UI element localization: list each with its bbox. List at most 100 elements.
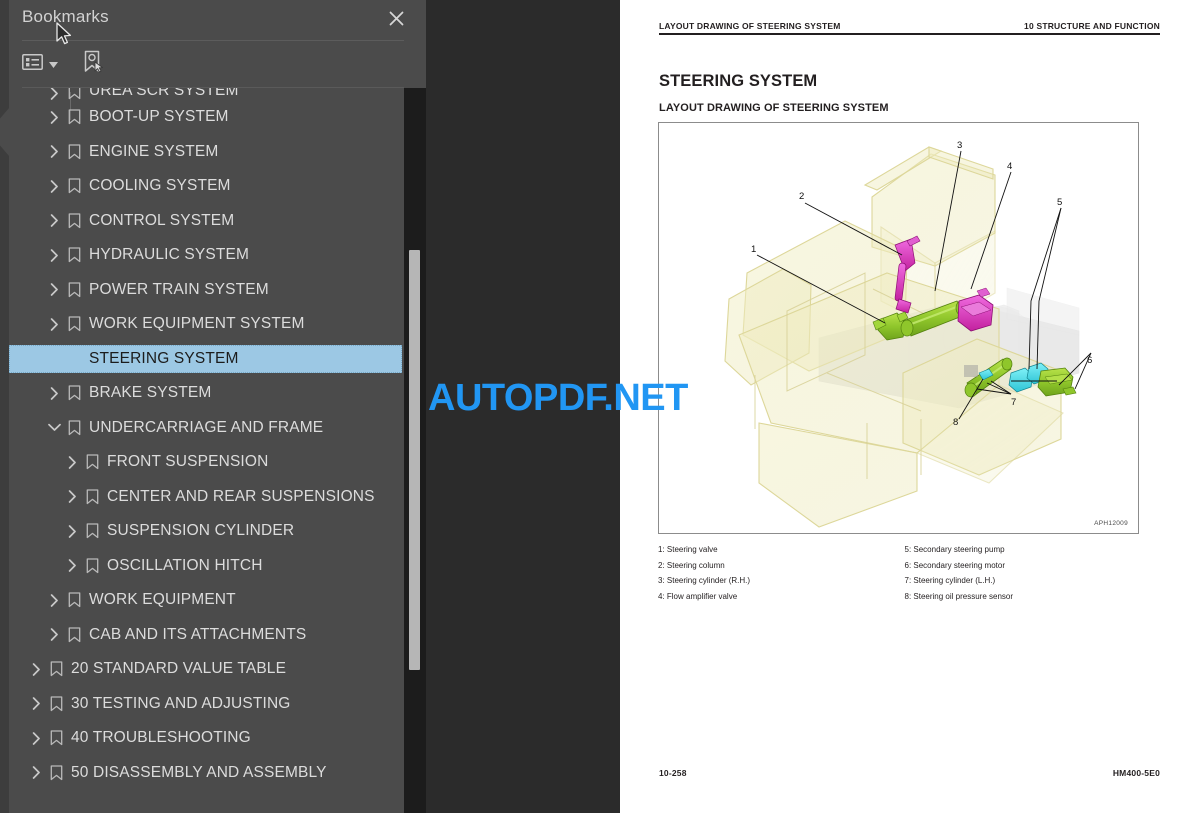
bookmark-item[interactable]: UNDERCARRIAGE AND FRAME	[9, 411, 426, 446]
chevron-right-icon[interactable]	[45, 248, 63, 262]
pdf-page: LAYOUT DRAWING OF STEERING SYSTEM 10 STR…	[620, 0, 1200, 813]
chevron-right-icon[interactable]	[45, 317, 63, 331]
running-head-left: LAYOUT DRAWING OF STEERING SYSTEM	[659, 21, 841, 31]
chevron-right-icon[interactable]	[45, 110, 63, 124]
bookmark-label: BRAKE SYSTEM	[89, 384, 212, 402]
bookmarks-panel: Bookmarks UREA SCR SYSTEM BOOT-UP SYSTEM…	[0, 0, 426, 813]
bookmark-label: UREA SCR SYSTEM	[89, 88, 239, 99]
panel-toolbar	[0, 44, 426, 120]
bookmark-icon	[45, 765, 67, 781]
bookmark-item[interactable]: HYDRAULIC SYSTEM	[9, 238, 426, 273]
callout-1: 1	[751, 244, 756, 255]
bookmark-item[interactable]: 50 DISASSEMBLY AND ASSEMBLY	[9, 756, 426, 791]
figure-code: APH12009	[1094, 520, 1128, 527]
panel-title: Bookmarks	[22, 7, 109, 26]
bookmark-label: CAB AND ITS ATTACHMENTS	[89, 625, 307, 643]
bookmark-label: CONTROL SYSTEM	[89, 211, 235, 229]
watermark: AUTOPDF.NET	[428, 377, 688, 419]
close-icon[interactable]	[384, 6, 408, 30]
page-title: STEERING SYSTEM	[659, 72, 818, 90]
bookmark-icon	[45, 730, 67, 746]
chevron-right-icon[interactable]	[27, 662, 45, 676]
panel-header: Bookmarks	[0, 0, 426, 38]
chevron-right-icon[interactable]	[27, 731, 45, 745]
bookmark-icon	[81, 523, 103, 539]
bookmark-item[interactable]: CAB AND ITS ATTACHMENTS	[9, 618, 426, 653]
chevron-down-icon	[49, 55, 58, 73]
figure-legend: 1: Steering valve 5: Secondary steering …	[658, 542, 1139, 604]
bookmark-icon	[63, 420, 85, 436]
legend-item: 5: Secondary steering pump	[904, 545, 1005, 554]
bookmark-icon	[81, 489, 103, 505]
panel-resize-rail[interactable]	[0, 0, 9, 813]
header-divider	[22, 40, 404, 41]
bookmark-icon	[63, 627, 85, 643]
chevron-right-icon[interactable]	[45, 386, 63, 400]
bookmark-icon	[63, 144, 85, 160]
bookmark-item[interactable]: OSCILLATION HITCH	[9, 549, 426, 584]
bookmark-item[interactable]: ENGINE SYSTEM	[9, 135, 426, 170]
bookmark-options-button[interactable]	[22, 51, 58, 77]
legend-item: 6: Secondary steering motor	[904, 560, 1006, 570]
bookmark-item[interactable]: WORK EQUIPMENT	[9, 583, 426, 618]
page-number: 10-258	[659, 768, 687, 778]
bookmark-label: COOLING SYSTEM	[89, 177, 231, 195]
chevron-right-icon[interactable]	[27, 697, 45, 711]
bookmark-item[interactable]: STEERING SYSTEM	[9, 342, 426, 377]
bookmark-label: HYDRAULIC SYSTEM	[89, 246, 250, 264]
legend-item: 4: Flow amplifier valve	[658, 591, 738, 601]
callout-2: 2	[799, 191, 804, 202]
bookmark-item[interactable]: SUSPENSION CYLINDER	[9, 514, 426, 549]
callout-4: 4	[1007, 161, 1012, 172]
bookmark-icon	[63, 592, 85, 608]
bookmark-item[interactable]: COOLING SYSTEM	[9, 169, 426, 204]
chevron-right-icon[interactable]	[45, 214, 63, 228]
chevron-right-icon[interactable]	[63, 559, 81, 573]
bookmark-icon	[81, 454, 103, 470]
chevron-right-icon[interactable]	[45, 593, 63, 607]
bookmark-item[interactable]: WORK EQUIPMENT SYSTEM	[9, 307, 426, 342]
bookmark-item[interactable]: CENTER AND REAR SUSPENSIONS	[9, 480, 426, 515]
chevron-right-icon[interactable]	[45, 283, 63, 297]
new-bookmark-button[interactable]	[82, 50, 104, 77]
bookmark-icon	[63, 385, 85, 401]
bookmark-item[interactable]: 30 TESTING AND ADJUSTING	[9, 687, 426, 722]
chevron-right-icon[interactable]	[45, 628, 63, 642]
bookmark-label: OSCILLATION HITCH	[107, 556, 263, 574]
legend-item: 3: Steering cylinder (R.H.)	[658, 576, 751, 585]
bookmark-item[interactable]: BOOT-UP SYSTEM	[9, 100, 426, 135]
bookmark-icon	[63, 247, 85, 263]
bookmark-item[interactable]: FRONT SUSPENSION	[9, 445, 426, 480]
chevron-down-icon[interactable]	[45, 423, 63, 432]
bookmark-label: FRONT SUSPENSION	[107, 453, 269, 471]
chevron-right-icon[interactable]	[63, 455, 81, 469]
chevron-right-icon[interactable]	[45, 145, 63, 159]
bookmark-icon	[45, 661, 67, 677]
bookmark-label: 50 DISASSEMBLY AND ASSEMBLY	[71, 763, 327, 781]
chevron-right-icon[interactable]	[63, 490, 81, 504]
chevron-right-icon[interactable]	[45, 88, 63, 100]
bookmark-icon	[63, 282, 85, 298]
bookmark-scrollbar-thumb[interactable]	[409, 250, 420, 670]
bookmark-item[interactable]: 20 STANDARD VALUE TABLE	[9, 652, 426, 687]
bookmark-item[interactable]: POWER TRAIN SYSTEM	[9, 273, 426, 308]
bookmark-icon	[63, 213, 85, 229]
bookmark-label: POWER TRAIN SYSTEM	[89, 280, 269, 298]
legend-item: 8: Steering oil pressure sensor	[904, 591, 1014, 601]
callout-7: 7	[1011, 397, 1016, 408]
chevron-right-icon[interactable]	[27, 766, 45, 780]
bookmark-item[interactable]: UREA SCR SYSTEM	[9, 88, 426, 100]
legend-item: 1: Steering valve	[658, 545, 718, 554]
bookmark-item[interactable]: 40 TROUBLESHOOTING	[9, 721, 426, 756]
legend-item: 7: Steering cylinder (L.H.)	[904, 576, 996, 585]
bookmark-icon	[63, 109, 85, 125]
chevron-right-icon[interactable]	[63, 524, 81, 538]
chevron-right-icon[interactable]	[45, 179, 63, 193]
panel-collapse-grip[interactable]	[0, 108, 9, 156]
bookmark-tree: UREA SCR SYSTEM BOOT-UP SYSTEM ENGINE SYST…	[9, 88, 426, 813]
legend-item: 2: Steering column	[658, 560, 725, 570]
steering-layout-drawing: 1 2 3 4 5 6 7 8	[724, 140, 1092, 528]
bookmark-item[interactable]: BRAKE SYSTEM	[9, 376, 426, 411]
running-head-rule	[659, 33, 1160, 35]
bookmark-item[interactable]: CONTROL SYSTEM	[9, 204, 426, 239]
